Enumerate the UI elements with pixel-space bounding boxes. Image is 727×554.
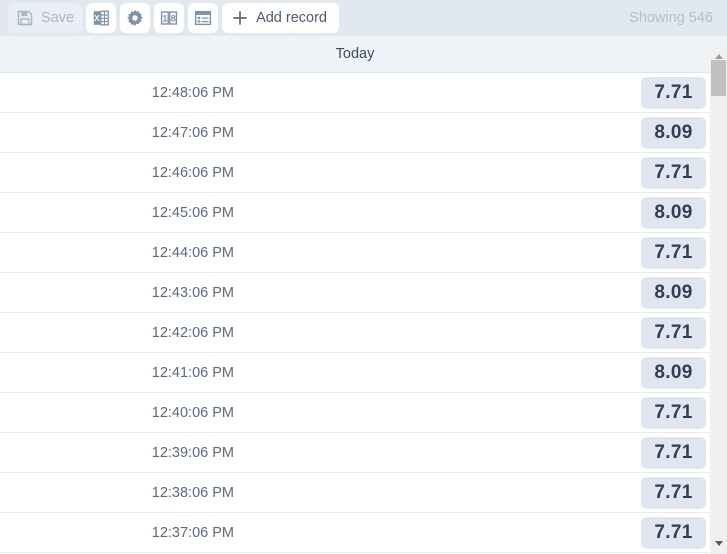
row-value-badge[interactable]: 7.71 (641, 476, 706, 509)
table-row[interactable]: 12:37:06 PM 7.71 (0, 513, 710, 553)
table-row[interactable]: 12:38:06 PM 7.71 (0, 473, 710, 513)
toolbar-button-group: Save X 1 8 Add record (8, 3, 339, 33)
row-value-badge[interactable]: 7.71 (641, 396, 706, 429)
scrollbar-thumb[interactable] (711, 60, 726, 96)
settings-button[interactable] (120, 3, 151, 33)
grid-scroll-viewport: Today 12:48:06 PM 7.71 12:47:06 PM 8.09 12:4… (0, 36, 710, 554)
add-record-button-label: Add record (256, 10, 327, 26)
gear-icon (126, 9, 144, 27)
row-value-badge[interactable]: 7.71 (641, 316, 706, 349)
row-timestamp: 12:48:06 PM (151, 84, 234, 101)
table-row[interactable]: 12:46:06 PM 7.71 (0, 153, 710, 193)
row-timestamp: 12:46:06 PM (151, 164, 234, 181)
svg-text:8: 8 (171, 14, 176, 24)
row-timestamp: 12:43:06 PM (151, 284, 234, 301)
table-row[interactable]: 12:39:06 PM 7.71 (0, 433, 710, 473)
vertical-scrollbar[interactable] (710, 36, 727, 554)
floppy-disk-icon (16, 9, 34, 27)
row-timestamp: 12:39:06 PM (151, 444, 234, 461)
row-value-badge[interactable]: 8.09 (641, 276, 706, 309)
save-button-label: Save (41, 10, 75, 26)
showing-count-label: Showing 546 (629, 10, 713, 26)
row-timestamp: 12:45:06 PM (151, 204, 234, 221)
group-header-label: Today (335, 46, 375, 62)
row-timestamp: 12:42:06 PM (151, 324, 234, 341)
records-grid: Today 12:48:06 PM 7.71 12:47:06 PM 8.09 12:4… (0, 36, 727, 554)
toolbar: Save X 1 8 Add record Showing 546 (0, 0, 727, 36)
row-value-badge[interactable]: 7.71 (641, 516, 706, 549)
row-timestamp: 12:44:06 PM (151, 244, 234, 261)
table-row[interactable]: 12:40:06 PM 7.71 (0, 393, 710, 433)
svg-text:1: 1 (162, 14, 167, 24)
scroll-down-arrow-icon[interactable] (710, 535, 727, 552)
row-value-badge[interactable]: 7.71 (641, 76, 706, 109)
plus-icon (231, 9, 249, 27)
digit-counter-icon: 18 (160, 9, 178, 27)
row-timestamp: 12:40:06 PM (151, 404, 234, 421)
row-timestamp: 12:47:06 PM (151, 124, 234, 141)
list-view-button[interactable] (188, 3, 219, 33)
svg-text:X: X (94, 14, 100, 23)
table-row[interactable]: 12:43:06 PM 8.09 (0, 273, 710, 313)
table-row[interactable]: 12:45:06 PM 8.09 (0, 193, 710, 233)
row-value-badge[interactable]: 8.09 (641, 356, 706, 389)
row-value-badge[interactable]: 7.71 (641, 156, 706, 189)
rows-container: 12:48:06 PM 7.71 12:47:06 PM 8.09 12:46:06 P… (0, 73, 710, 553)
add-record-button[interactable]: Add record (222, 3, 339, 33)
row-timestamp: 12:41:06 PM (151, 364, 234, 381)
save-button: Save (8, 3, 83, 33)
row-value-badge[interactable]: 7.71 (641, 436, 706, 469)
table-row[interactable]: 12:42:06 PM 7.71 (0, 313, 710, 353)
table-row[interactable]: 12:41:06 PM 8.09 (0, 353, 710, 393)
list-table-icon (194, 9, 212, 27)
group-header-today: Today (0, 36, 710, 73)
row-timestamp: 12:38:06 PM (151, 484, 234, 501)
excel-sheet-icon: X (92, 9, 110, 27)
row-value-badge[interactable]: 8.09 (641, 196, 706, 229)
table-row[interactable]: 12:44:06 PM 7.71 (0, 233, 710, 273)
export-excel-button[interactable]: X (86, 3, 117, 33)
row-value-badge[interactable]: 8.09 (641, 116, 706, 149)
table-row[interactable]: 12:47:06 PM 8.09 (0, 113, 710, 153)
row-value-badge[interactable]: 7.71 (641, 236, 706, 269)
table-row[interactable]: 12:48:06 PM 7.71 (0, 73, 710, 113)
scrollbar-top-cap (710, 36, 727, 48)
row-timestamp: 12:37:06 PM (151, 524, 234, 541)
digits-button[interactable]: 18 (154, 3, 185, 33)
